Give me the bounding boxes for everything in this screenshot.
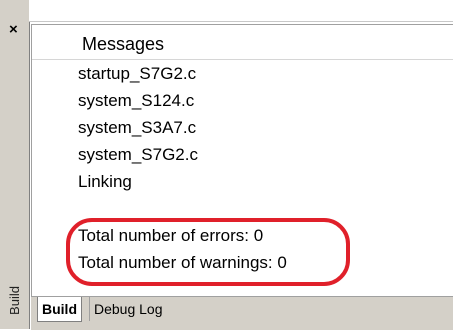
tab-bar: Build Debug Log — [31, 296, 453, 330]
header-divider — [32, 59, 453, 60]
tab-build[interactable]: Build — [37, 297, 82, 322]
message-line[interactable]: system_S124.c — [78, 91, 194, 111]
message-line[interactable]: Linking — [78, 172, 132, 192]
message-line[interactable]: system_S7G2.c — [78, 145, 198, 165]
error-count-line[interactable]: Total number of errors: 0 — [78, 226, 263, 246]
warning-count-line[interactable]: Total number of warnings: 0 — [78, 253, 287, 273]
panel-top-strip — [29, 0, 453, 22]
message-line[interactable]: system_S3A7.c — [78, 118, 196, 138]
panel-vertical-title: Build — [2, 280, 26, 320]
panel-sidebar: × Build — [0, 0, 30, 329]
tab-debug-log[interactable]: Debug Log — [89, 297, 167, 321]
close-icon[interactable]: × — [9, 22, 18, 37]
panel-vertical-title-text: Build — [6, 285, 22, 315]
message-line[interactable]: startup_S7G2.c — [78, 64, 196, 84]
messages-column-header[interactable]: Messages — [82, 34, 164, 55]
